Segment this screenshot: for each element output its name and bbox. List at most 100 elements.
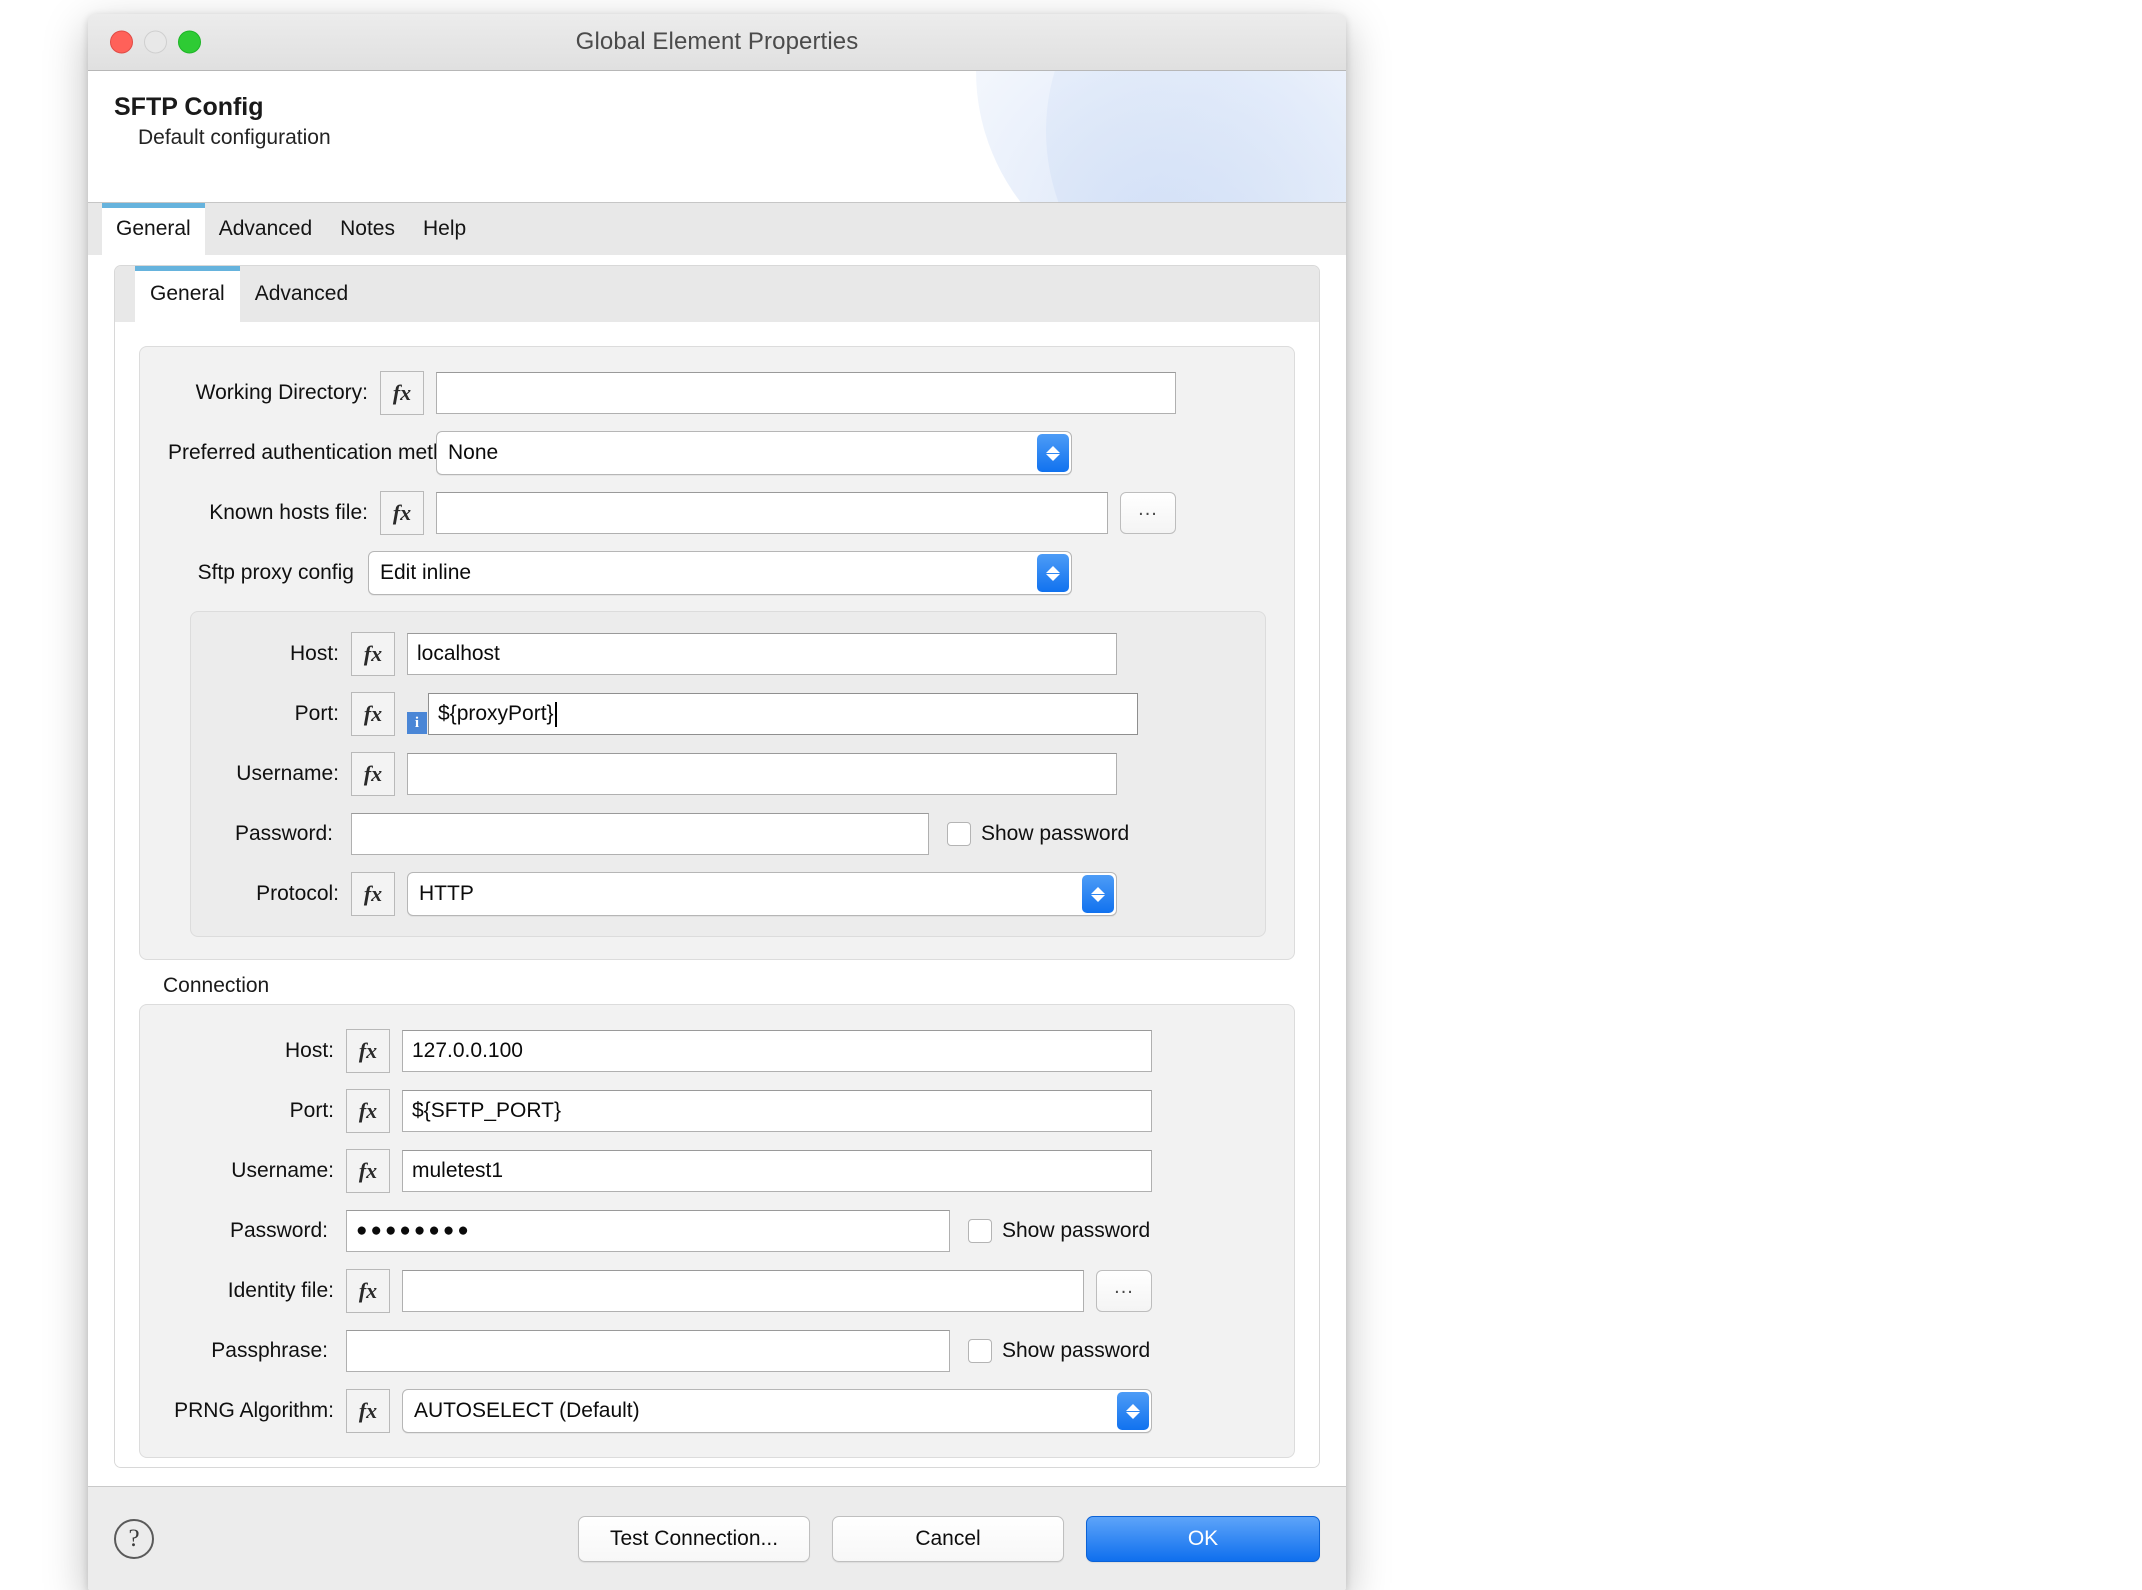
help-icon[interactable]: ?	[114, 1519, 154, 1559]
proxy-port-input[interactable]: ${proxyPort}	[428, 693, 1138, 735]
proxy-username-row: Username: fx	[215, 752, 1241, 796]
window-controls	[110, 31, 201, 54]
inner-tab-advanced[interactable]: Advanced	[240, 266, 363, 322]
proxy-username-input[interactable]	[407, 753, 1117, 795]
identity-file-row: Identity file: fx ...	[168, 1269, 1266, 1313]
ok-button[interactable]: OK	[1086, 1516, 1320, 1562]
sftp-proxy-config-value: Edit inline	[380, 561, 471, 585]
tab-general-label: General	[116, 217, 191, 241]
proxy-protocol-row: Protocol: fx HTTP	[215, 872, 1241, 916]
working-directory-input[interactable]	[436, 372, 1176, 414]
connection-show-password-checkbox[interactable]	[968, 1219, 992, 1243]
connection-password-value: ●●●●●●●●	[356, 1220, 472, 1242]
sftp-proxy-config-label: Sftp proxy config	[168, 561, 368, 585]
connection-password-label: Password:	[168, 1219, 346, 1243]
outer-tab-strip: General Advanced Notes Help	[88, 203, 1346, 255]
passphrase-label: Passphrase:	[168, 1339, 346, 1363]
dialog-body: General Advanced Working Directory: fx P…	[88, 255, 1346, 1486]
proxy-port-fx-button[interactable]: fx	[351, 692, 395, 736]
connection-host-label: Host:	[168, 1039, 346, 1063]
proxy-protocol-label: Protocol:	[215, 882, 351, 906]
proxy-username-fx-button[interactable]: fx	[351, 752, 395, 796]
proxy-host-row: Host: fx localhost	[215, 632, 1241, 676]
minimize-window-button[interactable]	[144, 31, 167, 54]
connection-host-input[interactable]: 127.0.0.100	[402, 1030, 1152, 1072]
proxy-port-label: Port:	[215, 702, 351, 726]
proxy-protocol-fx-button[interactable]: fx	[351, 872, 395, 916]
inner-tab-general[interactable]: General	[135, 266, 240, 322]
preferred-auth-select[interactable]: None	[436, 431, 1072, 475]
identity-file-fx-button[interactable]: fx	[346, 1269, 390, 1313]
sftp-proxy-config-row: Sftp proxy config Edit inline	[168, 551, 1266, 595]
tab-general[interactable]: General	[102, 203, 205, 255]
passphrase-show-password-checkbox[interactable]	[968, 1339, 992, 1363]
identity-file-label: Identity file:	[168, 1279, 346, 1303]
proxy-show-password-checkbox[interactable]	[947, 822, 971, 846]
inner-tab-general-label: General	[150, 282, 225, 306]
passphrase-show-password-label: Show password	[1002, 1339, 1150, 1363]
cancel-button[interactable]: Cancel	[832, 1516, 1064, 1562]
working-directory-fx-button[interactable]: fx	[380, 371, 424, 415]
connection-username-input[interactable]: muletest1	[402, 1150, 1152, 1192]
proxy-protocol-value: HTTP	[419, 882, 474, 906]
connection-port-label: Port:	[168, 1099, 346, 1123]
working-directory-label: Working Directory:	[168, 381, 380, 405]
connection-group-label: Connection	[163, 974, 1295, 998]
connection-show-password-toggle[interactable]: Show password	[968, 1219, 1150, 1243]
footer-button-group: Test Connection... Cancel OK	[578, 1516, 1320, 1562]
info-icon: i	[407, 712, 427, 734]
sftp-proxy-config-select[interactable]: Edit inline	[368, 551, 1072, 595]
prng-algorithm-select[interactable]: AUTOSELECT (Default)	[402, 1389, 1152, 1433]
connection-username-label: Username:	[168, 1159, 346, 1183]
chevron-updown-icon[interactable]	[1117, 1392, 1149, 1430]
passphrase-input[interactable]	[346, 1330, 950, 1372]
proxy-port-value: ${proxyPort}	[438, 702, 554, 726]
known-hosts-label: Known hosts file:	[168, 501, 380, 525]
identity-file-browse-button[interactable]: ...	[1096, 1270, 1152, 1312]
proxy-username-label: Username:	[215, 762, 351, 786]
proxy-password-input[interactable]	[351, 813, 929, 855]
test-connection-button[interactable]: Test Connection...	[578, 1516, 810, 1562]
preferred-auth-label: Preferred authentication methods	[168, 441, 436, 465]
chevron-updown-icon[interactable]	[1037, 434, 1069, 472]
known-hosts-browse-button[interactable]: ...	[1120, 492, 1176, 534]
tab-advanced[interactable]: Advanced	[205, 203, 326, 255]
text-caret	[555, 702, 557, 727]
proxy-protocol-select[interactable]: HTTP	[407, 872, 1117, 916]
known-hosts-row: Known hosts file: fx ...	[168, 491, 1266, 535]
proxy-password-row: Password: Show password	[215, 812, 1241, 856]
identity-file-input[interactable]	[402, 1270, 1084, 1312]
known-hosts-fx-button[interactable]: fx	[380, 491, 424, 535]
page-subtitle: Default configuration	[106, 126, 1346, 150]
tab-notes[interactable]: Notes	[326, 203, 409, 255]
window-title: Global Element Properties	[88, 28, 1346, 56]
connection-host-fx-button[interactable]: fx	[346, 1029, 390, 1073]
known-hosts-input[interactable]	[436, 492, 1108, 534]
chevron-updown-icon[interactable]	[1082, 875, 1114, 913]
tab-help[interactable]: Help	[409, 203, 480, 255]
preferred-auth-value: None	[448, 441, 498, 465]
connection-port-input[interactable]: ${SFTP_PORT}	[402, 1090, 1152, 1132]
connection-password-row: Password: ●●●●●●●● Show password	[168, 1209, 1266, 1253]
connection-port-row: Port: fx ${SFTP_PORT}	[168, 1089, 1266, 1133]
prng-algorithm-row: PRNG Algorithm: fx AUTOSELECT (Default)	[168, 1389, 1266, 1433]
proxy-show-password-label: Show password	[981, 822, 1129, 846]
prng-algorithm-fx-button[interactable]: fx	[346, 1389, 390, 1433]
inner-tab-content: Working Directory: fx Preferred authenti…	[115, 322, 1319, 1467]
proxy-port-row: Port: fx i ${proxyPort}	[215, 692, 1241, 736]
connection-host-row: Host: fx 127.0.0.100	[168, 1029, 1266, 1073]
connection-username-fx-button[interactable]: fx	[346, 1149, 390, 1193]
dialog-footer: ? Test Connection... Cancel OK	[88, 1486, 1346, 1590]
passphrase-show-password-toggle[interactable]: Show password	[968, 1339, 1150, 1363]
dialog-header: SFTP Config Default configuration	[88, 71, 1346, 203]
general-settings-group: Working Directory: fx Preferred authenti…	[139, 346, 1295, 960]
connection-port-fx-button[interactable]: fx	[346, 1089, 390, 1133]
zoom-window-button[interactable]	[178, 31, 201, 54]
proxy-host-fx-button[interactable]: fx	[351, 632, 395, 676]
proxy-host-input[interactable]: localhost	[407, 633, 1117, 675]
proxy-group: Host: fx localhost Port: fx i ${proxyPor…	[190, 611, 1266, 937]
close-window-button[interactable]	[110, 31, 133, 54]
proxy-show-password-toggle[interactable]: Show password	[947, 822, 1129, 846]
connection-password-input[interactable]: ●●●●●●●●	[346, 1210, 950, 1252]
chevron-updown-icon[interactable]	[1037, 554, 1069, 592]
